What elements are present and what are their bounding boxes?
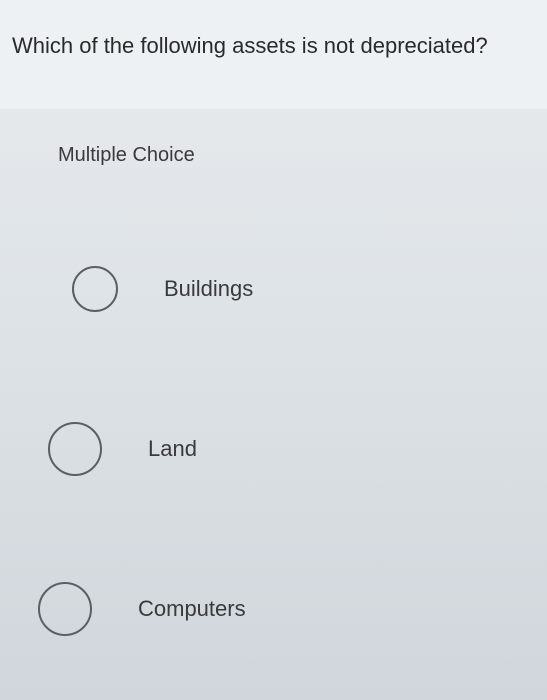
question-text: Which of the following assets is not dep…	[12, 32, 535, 61]
options-list: Buildings Land Computers	[0, 179, 547, 689]
question-header: Which of the following assets is not dep…	[0, 0, 547, 110]
option-label: Buildings	[164, 276, 253, 302]
radio-icon[interactable]	[38, 582, 92, 636]
radio-icon[interactable]	[48, 422, 102, 476]
option-row[interactable]: Land	[0, 369, 547, 529]
option-row[interactable]: Computers	[0, 529, 547, 689]
section-label: Multiple Choice	[0, 110, 547, 179]
radio-icon[interactable]	[72, 266, 118, 312]
option-label: Land	[148, 436, 197, 462]
option-label: Computers	[138, 596, 246, 622]
option-row[interactable]: Buildings	[0, 209, 547, 369]
